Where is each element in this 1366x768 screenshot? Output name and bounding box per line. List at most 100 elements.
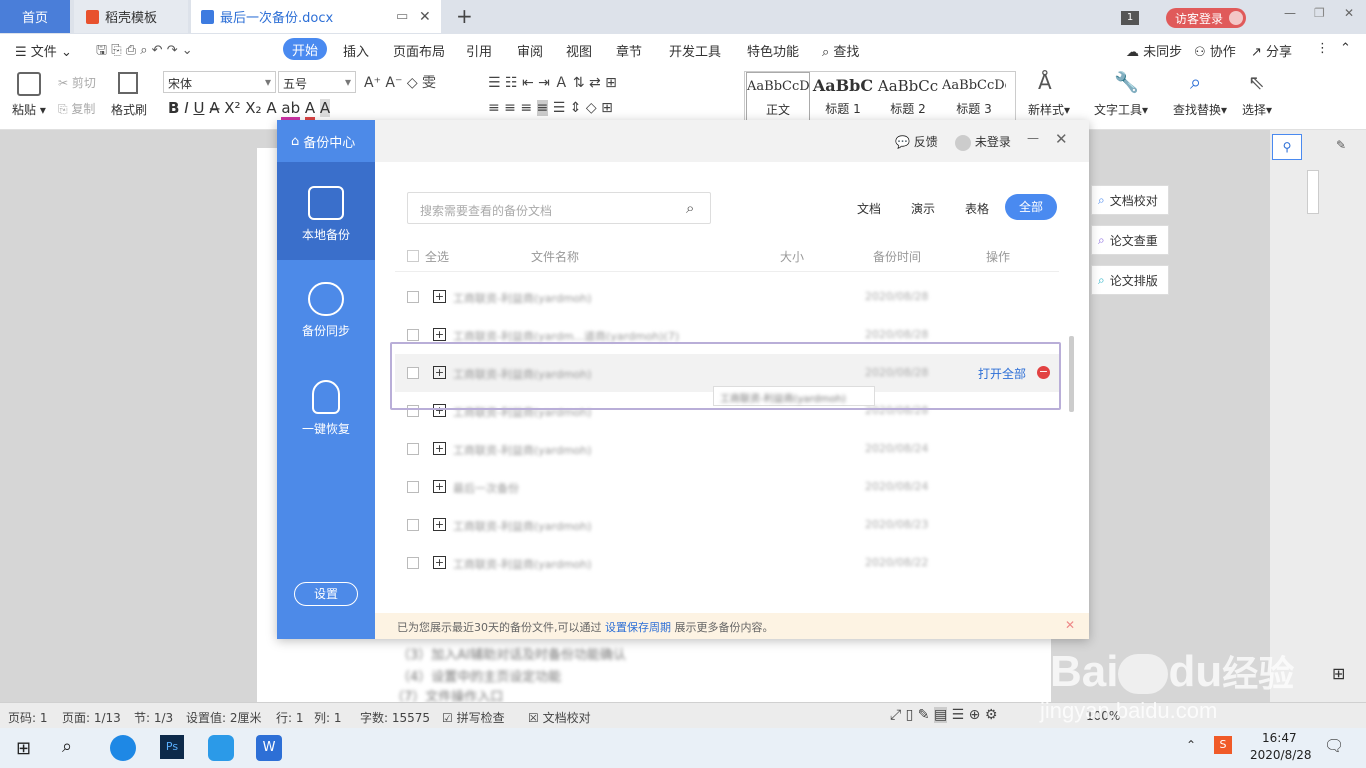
tab-document[interactable]: 最后一次备份.docx ▭ ✕ xyxy=(191,0,441,33)
menu-start[interactable]: 开始 xyxy=(283,38,327,60)
more-icon[interactable]: ⋮ xyxy=(1316,41,1329,56)
paste-icon[interactable] xyxy=(17,72,41,96)
collapse-icon[interactable]: ⌃ xyxy=(1340,41,1351,56)
font-size-tools[interactable]: A⁺ A⁻ ◇ 雯 xyxy=(364,72,436,92)
paste-button[interactable]: 粘贴 ▾ xyxy=(12,101,46,118)
font-format-tools[interactable]: B I U A̶ X² X₂ A ab A A xyxy=(168,99,331,120)
paragraph-tools-bottom[interactable]: ≡ ≡ ≡ ≡ ☰ ⇕ ◇ ⊞ xyxy=(488,100,613,116)
new-style-button[interactable]: 新样式▾ xyxy=(1028,101,1070,118)
sidebar-item-backup-sync[interactable]: 备份同步 xyxy=(277,282,375,339)
menu-special[interactable]: 特色功能 xyxy=(747,41,799,60)
dialog-minimize-icon[interactable]: — xyxy=(1027,131,1039,145)
style-heading-2[interactable]: AaBbCc 标题 2 xyxy=(876,72,940,120)
status-setting-value[interactable]: 设置值: 2厘米 xyxy=(186,709,262,726)
list-scrollbar[interactable] xyxy=(1069,336,1074,412)
select-button[interactable]: 选择▾ xyxy=(1242,101,1272,118)
menu-reference[interactable]: 引用 xyxy=(466,41,492,60)
unsync-button[interactable]: ☁ 未同步 xyxy=(1126,41,1182,60)
row-checkbox[interactable] xyxy=(407,519,419,531)
quick-access-icons[interactable]: 🖫 ⎘ ⎙ ⌕ ↶ ↷ ⌄ xyxy=(96,41,193,63)
view-mode-icons[interactable]: ⤢ ▯ ✎ ▤ ☰ ⊕ ⚙ xyxy=(890,707,997,723)
status-section[interactable]: 节: 1/3 xyxy=(134,709,173,726)
new-tab-icon[interactable]: + xyxy=(456,4,473,28)
text-tools-button[interactable]: 文字工具▾ xyxy=(1094,101,1148,118)
sogou-browser-icon[interactable] xyxy=(110,735,136,761)
windows-start-icon[interactable]: ⊞ xyxy=(16,738,31,759)
paragraph-tools-top[interactable]: ☰ ☷ ⇤ ⇥ Ａ ⇅ ⇄ ⊞ xyxy=(488,72,617,92)
filter-spreadsheets[interactable]: 表格 xyxy=(965,200,989,217)
format-painter-icon[interactable] xyxy=(118,72,138,94)
status-col[interactable]: 列: 1 xyxy=(314,709,342,726)
search-icon[interactable]: ⌕ xyxy=(686,199,694,217)
retention-settings-link[interactable]: 设置保存周期 xyxy=(605,621,671,634)
filter-all[interactable]: 全部 xyxy=(1005,194,1057,220)
photoshop-icon[interactable]: Ps xyxy=(160,735,184,759)
app-g-icon[interactable] xyxy=(208,735,234,761)
cut-button[interactable]: ✂ 剪切 xyxy=(58,74,96,91)
find-replace-button[interactable]: 查找替换▾ xyxy=(1173,101,1227,118)
paper-check-button[interactable]: ⌕ 论文查重 xyxy=(1091,225,1169,255)
menu-insert[interactable]: 插入 xyxy=(343,41,369,60)
new-style-icon[interactable]: Å xyxy=(1038,70,1052,94)
find-replace-icon[interactable]: ⌕ xyxy=(1190,70,1201,94)
row-checkbox[interactable] xyxy=(407,291,419,303)
expand-icon[interactable]: + xyxy=(433,556,446,569)
expand-icon[interactable]: + xyxy=(433,290,446,303)
file-menu[interactable]: ☰ 文件 ⌄ xyxy=(15,41,72,60)
table-row[interactable]: + 工商联资-利益商(yardmoh) 2020/08/23 xyxy=(395,506,1059,544)
table-row[interactable]: + 工商联资-利益商(yardmoh) 2020/08/22 xyxy=(395,544,1059,582)
expand-icon[interactable]: + xyxy=(433,442,446,455)
settings-button[interactable]: 设置 xyxy=(294,582,358,606)
sidebar-item-local-backup[interactable]: 本地备份 xyxy=(277,162,375,260)
clock-time[interactable]: 16:47 xyxy=(1262,731,1297,745)
format-painter-button[interactable]: 格式刷 xyxy=(111,101,147,118)
row-checkbox[interactable] xyxy=(407,443,419,455)
doc-proofread-button[interactable]: ⌕ 文档校对 xyxy=(1091,185,1169,215)
location-icon[interactable]: ⚲ xyxy=(1272,134,1302,160)
doc-proofread-status-button[interactable]: ☒ 文档校对 xyxy=(528,709,591,726)
pin-icon[interactable]: ▭ xyxy=(396,9,408,24)
expand-icon[interactable]: + xyxy=(433,480,446,493)
grid-apps-icon[interactable]: ⊞ xyxy=(1332,664,1345,683)
menu-review[interactable]: 审阅 xyxy=(517,41,543,60)
copy-button[interactable]: ⎘ 复制 xyxy=(58,100,95,117)
notification-icon[interactable]: 🗨 xyxy=(1324,736,1344,755)
menu-chapter[interactable]: 章节 xyxy=(616,41,642,60)
collab-button[interactable]: ⚇ 协作 xyxy=(1194,41,1236,60)
search-taskbar-icon[interactable]: ⌕ xyxy=(62,736,72,757)
status-page[interactable]: 页码: 1 xyxy=(8,709,48,726)
status-pages[interactable]: 页面: 1/13 xyxy=(62,709,121,726)
paper-layout-button[interactable]: ⌕ 论文排版 xyxy=(1091,265,1169,295)
share-button[interactable]: ↗ 分享 xyxy=(1251,41,1292,60)
backup-search-input[interactable]: 搜索需要查看的备份文档 ⌕ xyxy=(407,192,711,224)
status-row[interactable]: 行: 1 xyxy=(276,709,304,726)
tab-home[interactable]: 首页 xyxy=(0,0,70,33)
spell-check-button[interactable]: ☑ 拼写检查 xyxy=(442,709,505,726)
select-all-checkbox[interactable] xyxy=(407,250,419,262)
style-heading-3[interactable]: AaBbCcDd 标题 3 xyxy=(942,72,1006,120)
clock-date[interactable]: 2020/8/28 xyxy=(1250,748,1312,762)
feedback-button[interactable]: 💬 反馈 xyxy=(895,133,938,150)
wps-writer-icon[interactable]: W xyxy=(256,735,282,761)
close-window-icon[interactable]: ✕ xyxy=(1344,6,1354,20)
guest-login-button[interactable]: 访客登录 xyxy=(1166,8,1246,28)
filter-presentations[interactable]: 演示 xyxy=(911,200,935,217)
font-family-select[interactable]: 宋体 ▾ xyxy=(163,71,276,93)
sogou-ime-icon[interactable]: S xyxy=(1214,736,1232,754)
table-row[interactable]: + 工商联资-利益商(yardmoh) 2020/08/28 xyxy=(395,278,1059,316)
minimize-icon[interactable]: — xyxy=(1284,6,1296,20)
tray-chevron-icon[interactable]: ⌃ xyxy=(1186,738,1196,752)
close-tab-icon[interactable]: ✕ xyxy=(419,9,431,25)
dialog-close-icon[interactable]: ✕ xyxy=(1055,130,1068,148)
menu-search[interactable]: ⌕ 查找 xyxy=(822,41,859,60)
expand-icon[interactable]: + xyxy=(433,518,446,531)
row-checkbox[interactable] xyxy=(407,329,419,341)
style-normal[interactable]: AaBbCcDd 正文 xyxy=(746,72,810,122)
pen-icon[interactable]: ✎ xyxy=(1336,138,1346,152)
scrollbar-thumb[interactable] xyxy=(1307,170,1319,214)
row-checkbox[interactable] xyxy=(407,557,419,569)
footer-close-icon[interactable]: ✕ xyxy=(1065,618,1075,632)
font-size-select[interactable]: 五号 ▾ xyxy=(278,71,356,93)
tab-daoke[interactable]: 稻壳模板 xyxy=(74,0,188,33)
restore-icon[interactable]: ❐ xyxy=(1314,6,1325,20)
